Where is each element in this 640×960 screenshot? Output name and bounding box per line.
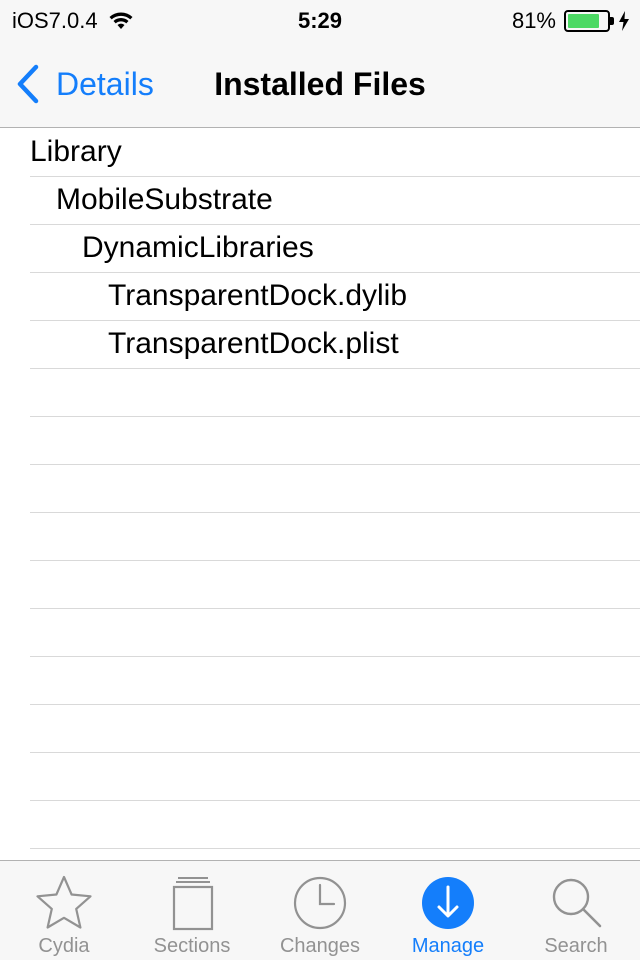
empty-row: [30, 513, 640, 561]
screen: iOS7.0.4 5:29 81% Details Installed File…: [0, 0, 640, 960]
tab-bar: Cydia Sections Changes Manage Search: [0, 860, 640, 960]
star-icon: [36, 875, 92, 929]
file-name: MobileSubstrate: [56, 183, 273, 216]
empty-row: [30, 369, 640, 417]
file-name: Library: [30, 135, 122, 168]
file-name: TransparentDock.dylib: [108, 279, 408, 312]
file-name: DynamicLibraries: [82, 231, 314, 264]
tab-sections-label: Sections: [153, 935, 231, 957]
sections-icon: [172, 877, 214, 931]
tab-cydia-label: Cydia: [38, 935, 90, 957]
battery-fill: [568, 14, 599, 28]
empty-row: [30, 753, 640, 801]
status-right: 81%: [512, 8, 630, 34]
file-name: TransparentDock.plist: [108, 327, 399, 360]
battery-nub: [610, 17, 614, 25]
file-row[interactable]: DynamicLibraries: [30, 225, 640, 273]
tab-sections[interactable]: Sections: [128, 861, 256, 960]
empty-row: [30, 705, 640, 753]
tab-manage-label: Manage: [411, 935, 485, 957]
empty-row: [30, 465, 640, 513]
tab-cydia[interactable]: Cydia: [0, 861, 128, 960]
tab-changes[interactable]: Changes: [256, 861, 384, 960]
empty-row: [30, 609, 640, 657]
file-row[interactable]: TransparentDock.plist: [30, 321, 640, 369]
search-icon: [552, 878, 602, 928]
charging-bolt-icon: [619, 11, 629, 31]
file-row[interactable]: MobileSubstrate: [30, 177, 640, 225]
empty-row: [30, 801, 640, 849]
tab-changes-label: Changes: [279, 935, 361, 957]
file-list[interactable]: Library MobileSubstrate DynamicLibraries Tr…: [0, 129, 640, 860]
file-row[interactable]: TransparentDock.dylib: [30, 273, 640, 321]
navigation-bar: Details Installed Files: [0, 40, 640, 128]
page-title: Installed Files: [214, 66, 426, 102]
tab-manage[interactable]: Manage: [384, 861, 512, 960]
empty-row: [30, 561, 640, 609]
battery-percent: 81%: [511, 8, 556, 33]
download-icon: [422, 877, 474, 929]
battery-icon: [564, 10, 614, 32]
tab-search[interactable]: Search: [512, 861, 640, 960]
empty-row: [30, 657, 640, 705]
status-bar: iOS7.0.4 5:29 81%: [0, 0, 640, 40]
empty-row: [30, 417, 640, 465]
clock-icon: [293, 876, 347, 930]
tab-search-label: Search: [544, 935, 608, 957]
file-row[interactable]: Library: [30, 129, 640, 177]
